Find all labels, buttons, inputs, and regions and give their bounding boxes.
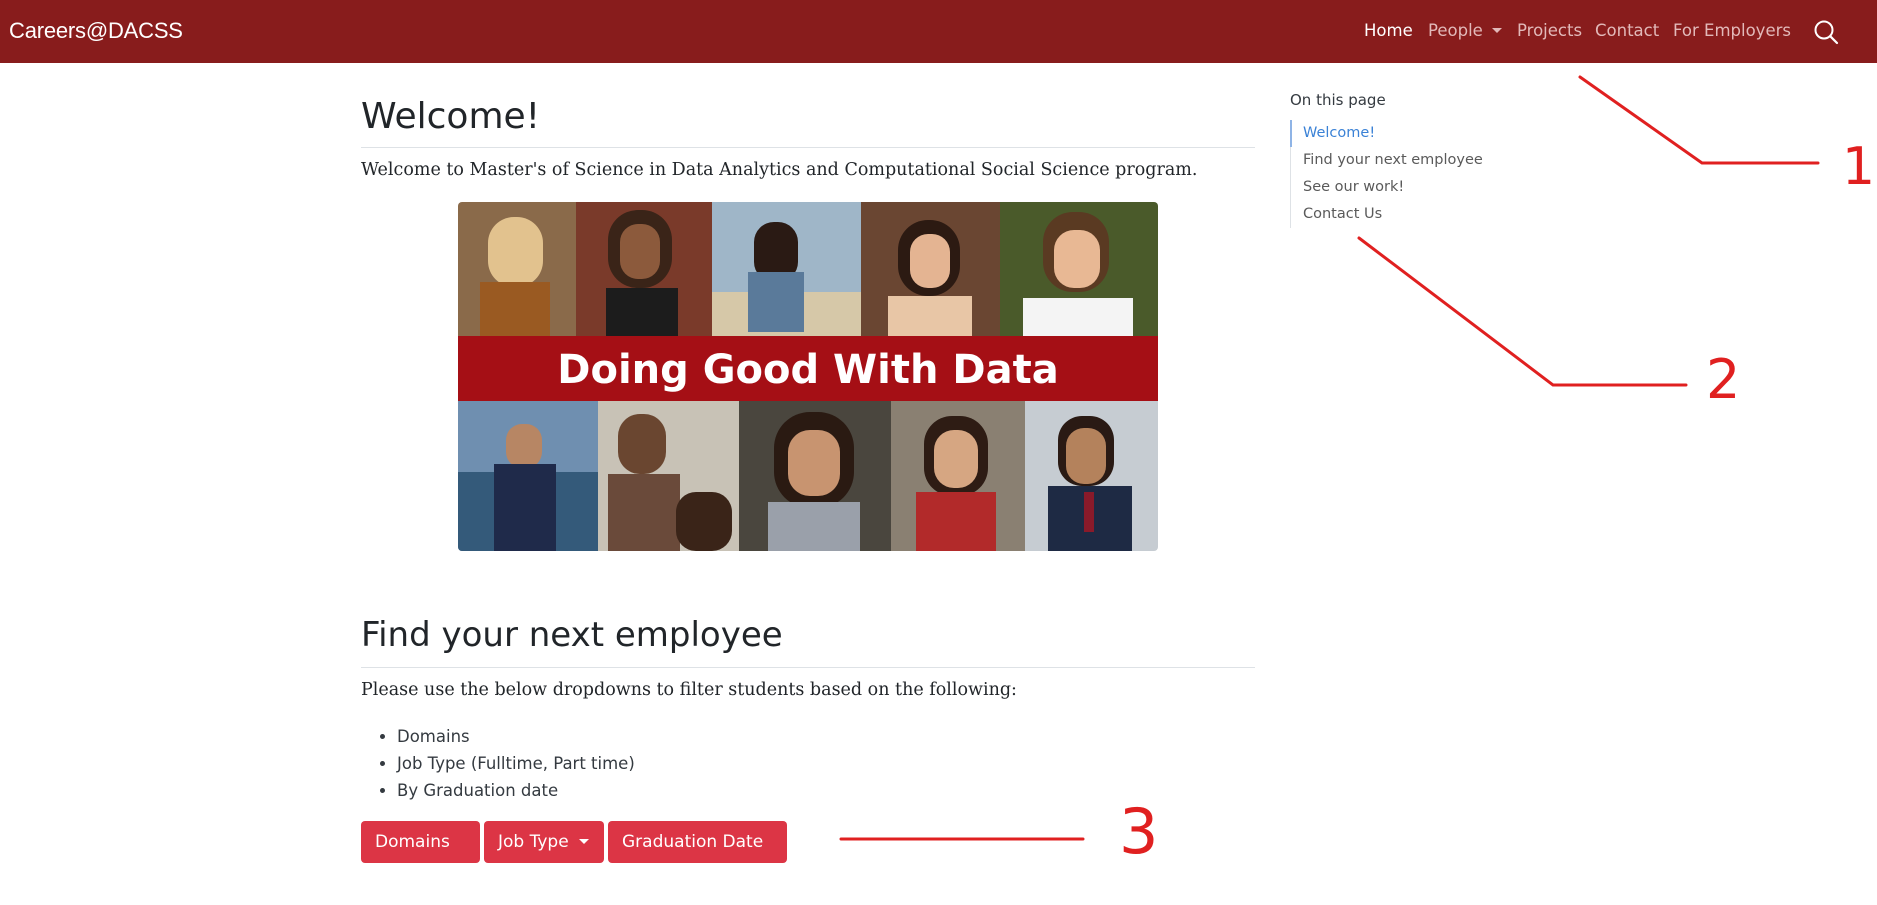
toc-item-see-our-work[interactable]: See our work! xyxy=(1290,174,1483,201)
list-item: Job Type (Fulltime, Part time) xyxy=(397,750,635,777)
welcome-heading: Welcome! xyxy=(361,96,541,137)
nav-projects[interactable]: Projects xyxy=(1517,21,1582,40)
domains-dropdown-button[interactable]: Domains xyxy=(361,821,480,886)
chevron-down-icon xyxy=(1491,28,1502,33)
chevron-down-icon xyxy=(632,881,642,886)
search-button[interactable] xyxy=(1812,18,1840,46)
nav-home[interactable]: Home xyxy=(1364,21,1413,40)
chevron-down-icon xyxy=(385,881,395,886)
photo-row-top xyxy=(458,202,1158,336)
annotation-label-1: 1 xyxy=(1842,137,1875,197)
dropdown-label: Domains xyxy=(375,832,450,852)
nav-contact[interactable]: Contact xyxy=(1595,21,1659,40)
toc-item-contact-us[interactable]: Contact Us xyxy=(1290,201,1483,228)
list-item: By Graduation date xyxy=(397,777,635,804)
nav-for-employers[interactable]: For Employers xyxy=(1673,21,1791,40)
dropdown-label: Graduation Date xyxy=(622,832,764,852)
nav-people-label: People xyxy=(1428,21,1483,40)
nav-people[interactable]: People xyxy=(1428,21,1502,40)
toc-item-welcome[interactable]: Welcome! xyxy=(1290,120,1483,147)
divider xyxy=(361,147,1255,148)
divider xyxy=(361,667,1255,668)
toc-item-find-employee[interactable]: Find your next employee xyxy=(1290,147,1483,174)
graduation-date-dropdown-button[interactable]: Graduation Date xyxy=(608,821,787,886)
annotation-label-3: 3 xyxy=(1119,795,1158,868)
brand-logo[interactable]: Careers@DACSS xyxy=(9,18,183,44)
search-icon xyxy=(1814,20,1839,45)
banner-collage: Doing Good With Data xyxy=(458,202,1158,551)
employee-heading: Find your next employee xyxy=(361,615,783,655)
employee-text: Please use the below dropdowns to filter… xyxy=(361,680,1017,700)
welcome-text: Welcome to Master's of Science in Data A… xyxy=(361,160,1198,180)
annotation-line-1 xyxy=(1578,75,1820,165)
photo-row-bottom xyxy=(458,401,1158,551)
chevron-down-icon xyxy=(578,839,589,844)
toc: Welcome! Find your next employee See our… xyxy=(1290,120,1483,228)
annotation-label-2: 2 xyxy=(1706,348,1740,411)
dropdown-label: Job Type xyxy=(498,832,569,852)
filter-list: Domains Job Type (Fulltime, Part time) B… xyxy=(361,723,635,804)
list-item: Domains xyxy=(397,723,635,750)
top-navbar: Careers@DACSS Home People Projects Conta… xyxy=(0,0,1877,63)
banner-image: Doing Good With Data xyxy=(458,202,1158,551)
toc-title: On this page xyxy=(1290,91,1386,109)
banner-title: Doing Good With Data xyxy=(557,347,1058,393)
job-type-dropdown-button[interactable]: Job Type xyxy=(484,821,604,863)
annotation-line-2 xyxy=(1357,236,1688,387)
